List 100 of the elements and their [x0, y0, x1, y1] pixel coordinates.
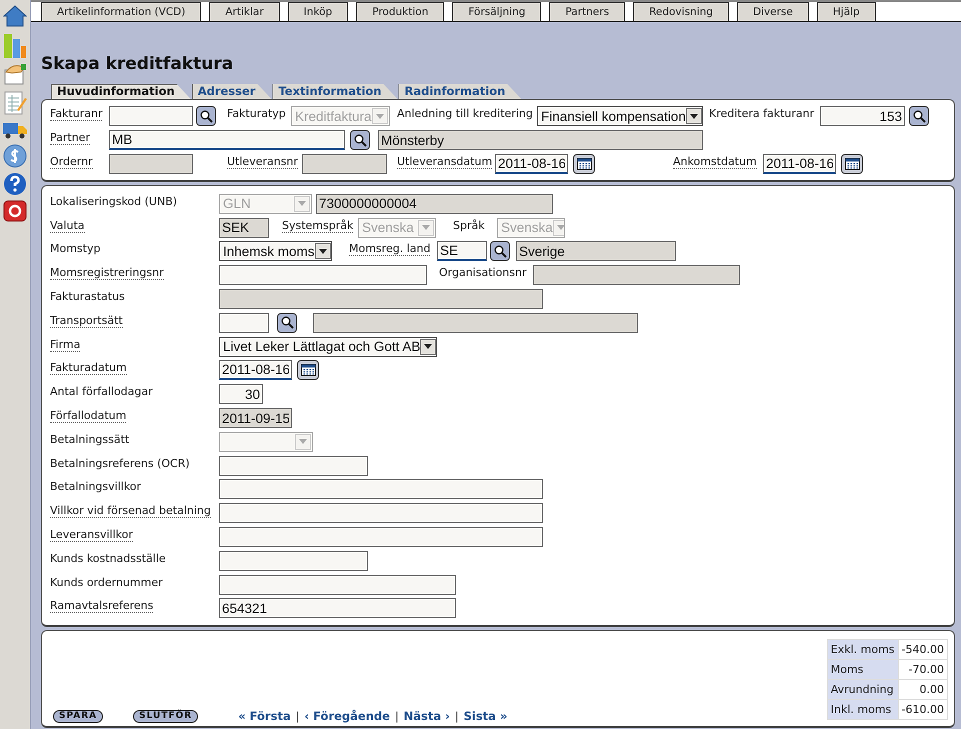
input-field[interactable]: 30 — [219, 384, 263, 404]
field-label: Förfallodatum — [50, 409, 126, 424]
calendar-button[interactable] — [297, 360, 319, 380]
field-label: Utleveransdatum — [397, 155, 492, 169]
field-label: Språk — [453, 218, 485, 233]
input-field[interactable] — [219, 574, 456, 595]
input-field[interactable]: 153 — [820, 106, 905, 126]
field-label: Betalningsvillkor — [50, 480, 142, 494]
truck-icon[interactable] — [2, 120, 28, 140]
display-field[interactable] — [533, 265, 740, 286]
caret-icon — [318, 248, 327, 254]
field-label: Momsregistreringsnr — [50, 266, 164, 280]
power-icon[interactable] — [3, 200, 27, 222]
menu-tab[interactable]: Artikelinformation (VCD) — [41, 2, 202, 21]
home-icon[interactable] — [3, 4, 27, 28]
pager-separator: | — [296, 710, 300, 723]
display-field[interactable] — [302, 154, 387, 174]
caret-icon — [298, 201, 306, 206]
display-field[interactable] — [219, 289, 543, 310]
display-field[interactable]: SEK — [219, 218, 269, 238]
input-field[interactable] — [219, 456, 368, 476]
total-label: Exkl. moms — [827, 640, 898, 660]
input-field[interactable] — [219, 312, 269, 333]
search-button[interactable] — [909, 106, 929, 126]
search-icon — [200, 110, 212, 122]
document-hand-icon[interactable] — [3, 62, 27, 86]
display-field[interactable]: Mönsterby — [378, 130, 703, 150]
input-field[interactable] — [219, 503, 543, 524]
display-field[interactable] — [313, 312, 638, 333]
calendar-icon — [300, 364, 316, 376]
field-label: Betalningssätt — [50, 432, 130, 447]
display-field[interactable]: Sverige — [516, 241, 676, 262]
field-label: Leveransvillkor — [50, 528, 133, 542]
field-label: Momstyp — [50, 242, 100, 256]
search-button[interactable] — [350, 130, 370, 150]
pager-link[interactable]: Nästa › — [404, 709, 450, 724]
field-label: Ordernr — [50, 155, 93, 169]
field-label: Organisationsnr — [439, 266, 527, 280]
tab[interactable]: Adresser — [192, 84, 272, 99]
field-label: Momsreg. land — [349, 242, 430, 256]
tab[interactable]: Textinformation — [272, 84, 398, 99]
field-label: Lokaliseringskod (UNB) — [50, 194, 178, 209]
calendar-button[interactable] — [573, 154, 595, 174]
field-label: Fakturastatus — [50, 290, 125, 304]
search-button[interactable] — [196, 106, 216, 126]
pager-link[interactable]: Sista » — [464, 709, 508, 724]
search-icon — [912, 110, 926, 122]
input-field[interactable] — [219, 479, 543, 500]
pager-separator: | — [394, 710, 399, 723]
input-field[interactable]: 654321 — [219, 598, 456, 618]
action-button[interactable]: SLUTFÖR — [133, 710, 198, 723]
caret-icon — [424, 344, 432, 350]
input-field[interactable] — [219, 550, 368, 571]
help-icon[interactable] — [3, 172, 27, 196]
total-value: -70.00 — [898, 660, 948, 680]
menu-tab[interactable]: Försäljning — [452, 2, 542, 21]
dropdown[interactable]: Finansiell kompensation — [537, 106, 703, 126]
total-value: -540.00 — [898, 640, 948, 660]
total-label: Inkl. moms — [827, 700, 898, 720]
search-button[interactable] — [490, 241, 510, 262]
menu-tab[interactable]: Diverse — [736, 2, 809, 21]
pager-link[interactable]: « Första — [238, 709, 291, 724]
field-label: Villkor vid försenad betalning — [50, 504, 211, 518]
input-field[interactable]: SE — [437, 241, 487, 262]
search-icon — [280, 316, 294, 330]
dollar-coin-icon[interactable] — [3, 144, 27, 168]
menu-tab[interactable]: Redovisning — [633, 2, 729, 21]
menu-tab[interactable]: Produktion — [356, 2, 444, 21]
search-button[interactable] — [277, 312, 297, 333]
field-label: Utleveransnr — [227, 155, 298, 169]
input-field[interactable]: MB — [109, 130, 345, 150]
caret-icon — [376, 114, 384, 118]
tab[interactable]: Radinformation — [398, 84, 522, 99]
field-label: Kunds ordernummer — [50, 576, 163, 590]
tab[interactable]: Huvudinformation — [51, 84, 191, 99]
menu-tab[interactable]: Hjälp — [816, 2, 876, 21]
field-label: Systemspråk — [282, 218, 354, 233]
field-label: Valuta — [50, 218, 84, 233]
action-button[interactable]: SPARA — [53, 710, 104, 723]
menu-tab[interactable]: Partners — [549, 2, 626, 21]
caret-icon — [422, 225, 430, 230]
caret-icon — [556, 225, 564, 230]
total-label: Moms — [827, 660, 898, 680]
pager-separator: | — [454, 710, 459, 723]
display-field[interactable] — [109, 154, 193, 174]
field-label: Antal förfallodagar — [50, 385, 153, 400]
menu-tab[interactable]: Artiklar — [209, 2, 280, 21]
total-value: -610.00 — [898, 700, 948, 720]
calendar-button[interactable] — [841, 154, 863, 174]
input-field[interactable] — [219, 527, 543, 548]
menu-tab[interactable]: Inköp — [288, 2, 348, 21]
caret-icon — [299, 439, 307, 444]
dropdown[interactable]: Inhemsk moms — [219, 241, 332, 262]
display-field[interactable]: 7300000000004 — [316, 194, 553, 214]
dropdown[interactable]: Livet Leker Lättlagat och Gott AB — [219, 336, 437, 357]
input-field[interactable] — [219, 265, 427, 286]
input-field[interactable] — [109, 106, 193, 126]
pager-link[interactable]: ‹ Föregående — [304, 709, 390, 724]
field-label: Betalningsreferens (OCR) — [50, 456, 190, 471]
total-value: 0.00 — [898, 680, 948, 700]
